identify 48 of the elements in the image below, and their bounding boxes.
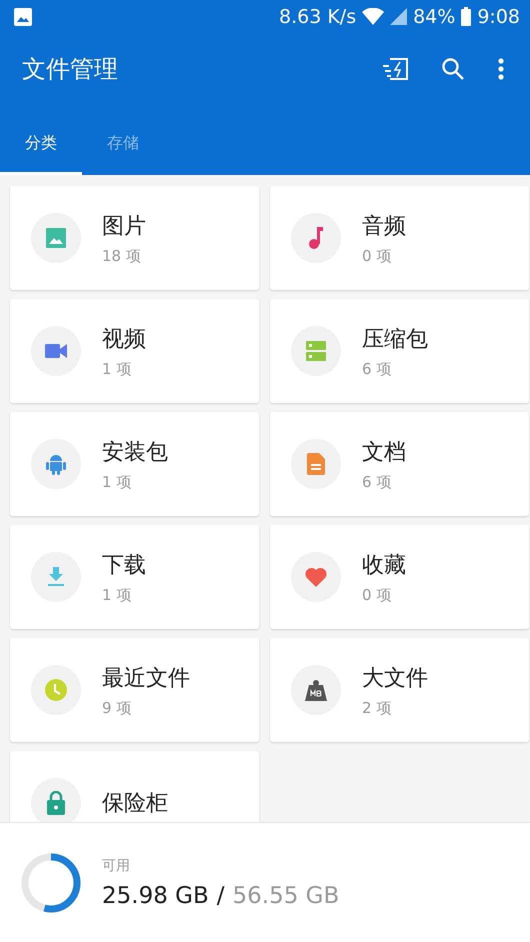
tab[interactable]: 分类 xyxy=(0,105,82,175)
category-name: 压缩包 xyxy=(362,326,428,354)
category-card[interactable]: 保险柜 xyxy=(10,751,259,822)
item-count: 18 项 xyxy=(102,246,142,266)
category-card[interactable]: 大文件 2 项 xyxy=(270,638,529,742)
item-count: 1 项 xyxy=(102,472,132,492)
app-title: 文件管理 xyxy=(22,54,119,85)
category-card[interactable]: 音频 0 项 xyxy=(270,186,529,290)
wifi-icon xyxy=(362,8,384,25)
gallery-icon xyxy=(14,8,32,26)
item-count: 6 项 xyxy=(362,360,392,378)
battery-icon xyxy=(461,7,472,26)
battery-percent: 84% xyxy=(413,6,456,28)
category-name: 大文件 xyxy=(362,664,428,692)
item-count: 0 项 xyxy=(362,586,392,604)
category-name: 最近文件 xyxy=(102,664,190,692)
free-space: 25.98 GB xyxy=(102,882,209,908)
network-speed: 8.63 K/s xyxy=(278,6,356,28)
category-card[interactable]: 收藏 0 项 xyxy=(270,525,529,629)
category-name: 保险柜 xyxy=(102,790,168,818)
category-name: 收藏 xyxy=(362,552,406,580)
more-icon xyxy=(498,58,504,80)
signal-icon xyxy=(390,8,408,25)
category-card[interactable]: 视频 1 项 xyxy=(10,299,259,403)
category-card[interactable]: 文档 6 项 xyxy=(270,412,529,516)
item-count: 0 项 xyxy=(362,246,392,266)
category-name: 文档 xyxy=(362,438,406,466)
category-name: 下载 xyxy=(102,552,146,580)
category-name: 图片 xyxy=(102,212,146,240)
available-label: 可用 xyxy=(102,856,131,874)
category-name: 音频 xyxy=(362,212,406,240)
category-card[interactable]: 图片 18 项 xyxy=(10,186,259,290)
item-count: 1 项 xyxy=(102,360,132,378)
category-card[interactable]: 下载 1 项 xyxy=(10,525,259,629)
item-count: 2 项 xyxy=(362,698,392,718)
category-card[interactable]: 安装包 1 项 xyxy=(10,412,259,516)
clock-time: 9:08 xyxy=(477,6,520,28)
total-space: 56.55 GB xyxy=(232,882,340,908)
search-icon xyxy=(442,58,464,80)
category-card[interactable]: 压缩包 6 项 xyxy=(270,299,529,403)
item-count: 6 项 xyxy=(362,472,392,492)
separator: / xyxy=(216,882,225,908)
category-card[interactable]: 最近文件 9 项 xyxy=(10,638,259,742)
lightning-screen-icon xyxy=(382,58,408,80)
item-count: 1 项 xyxy=(102,586,132,604)
category-name: 安装包 xyxy=(102,438,168,466)
item-count: 9 项 xyxy=(102,698,132,718)
category-name: 视频 xyxy=(102,326,146,354)
